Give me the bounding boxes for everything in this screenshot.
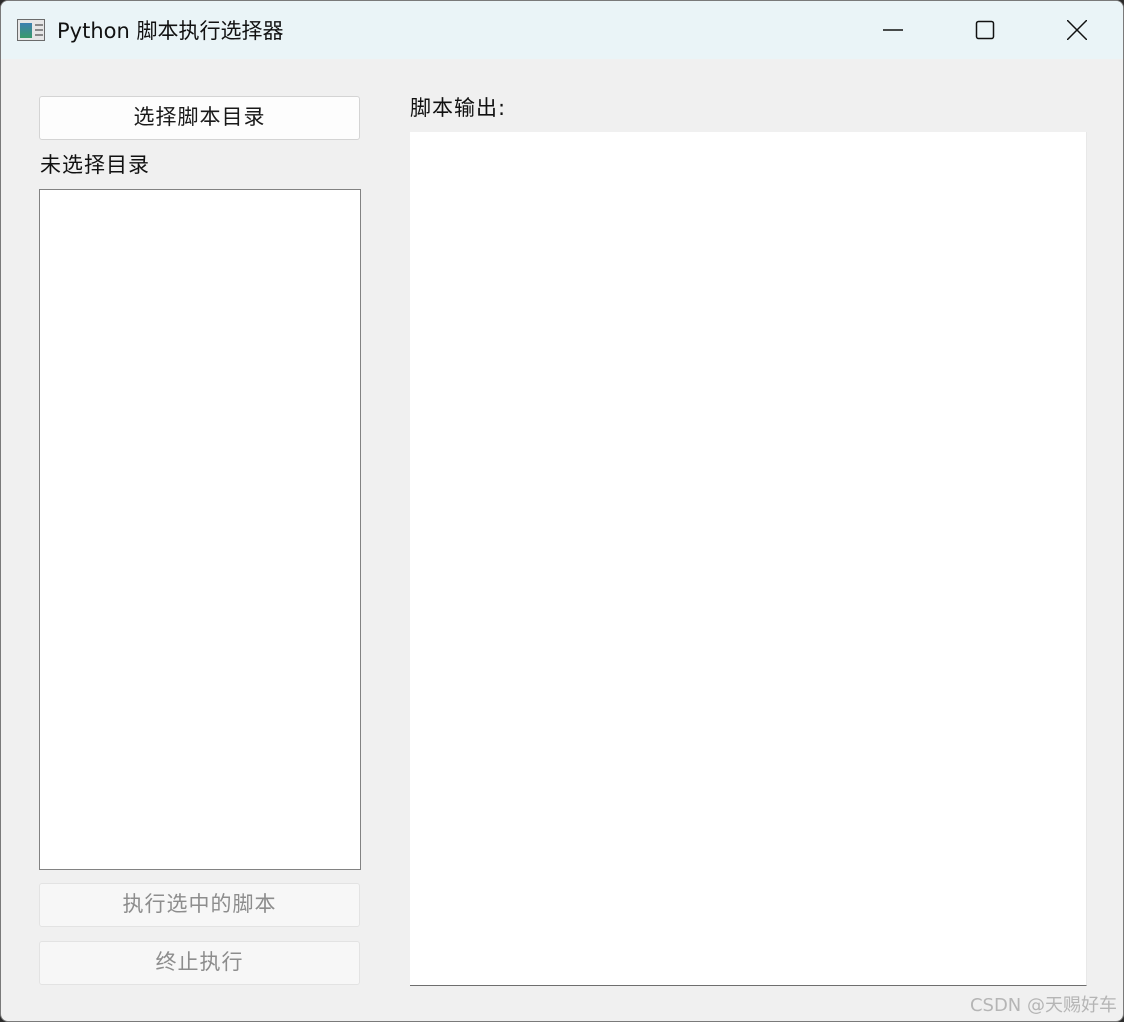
minimize-button[interactable] [847, 1, 939, 59]
script-output-label: 脚本输出: [410, 96, 507, 120]
close-icon [1067, 20, 1087, 40]
watermark: CSDN @天赐好车 [969, 995, 1117, 1016]
minimize-icon [883, 29, 903, 31]
close-button[interactable] [1031, 1, 1123, 59]
main-window: Python 脚本执行选择器 选择脚本目录 未选择目录 执行选中的脚本 终止执行… [0, 0, 1124, 1022]
run-selected-script-button[interactable]: 执行选中的脚本 [39, 883, 360, 927]
title-bar[interactable]: Python 脚本执行选择器 [1, 1, 1123, 59]
maximize-icon [975, 20, 995, 40]
script-list[interactable] [39, 189, 361, 870]
select-script-directory-button[interactable]: 选择脚本目录 [39, 96, 360, 140]
directory-status-label: 未选择目录 [40, 153, 150, 177]
maximize-button[interactable] [939, 1, 1031, 59]
script-output-textarea[interactable] [410, 132, 1087, 986]
window-title: Python 脚本执行选择器 [57, 19, 284, 43]
app-icon [17, 19, 45, 41]
stop-execution-button[interactable]: 终止执行 [39, 941, 360, 985]
